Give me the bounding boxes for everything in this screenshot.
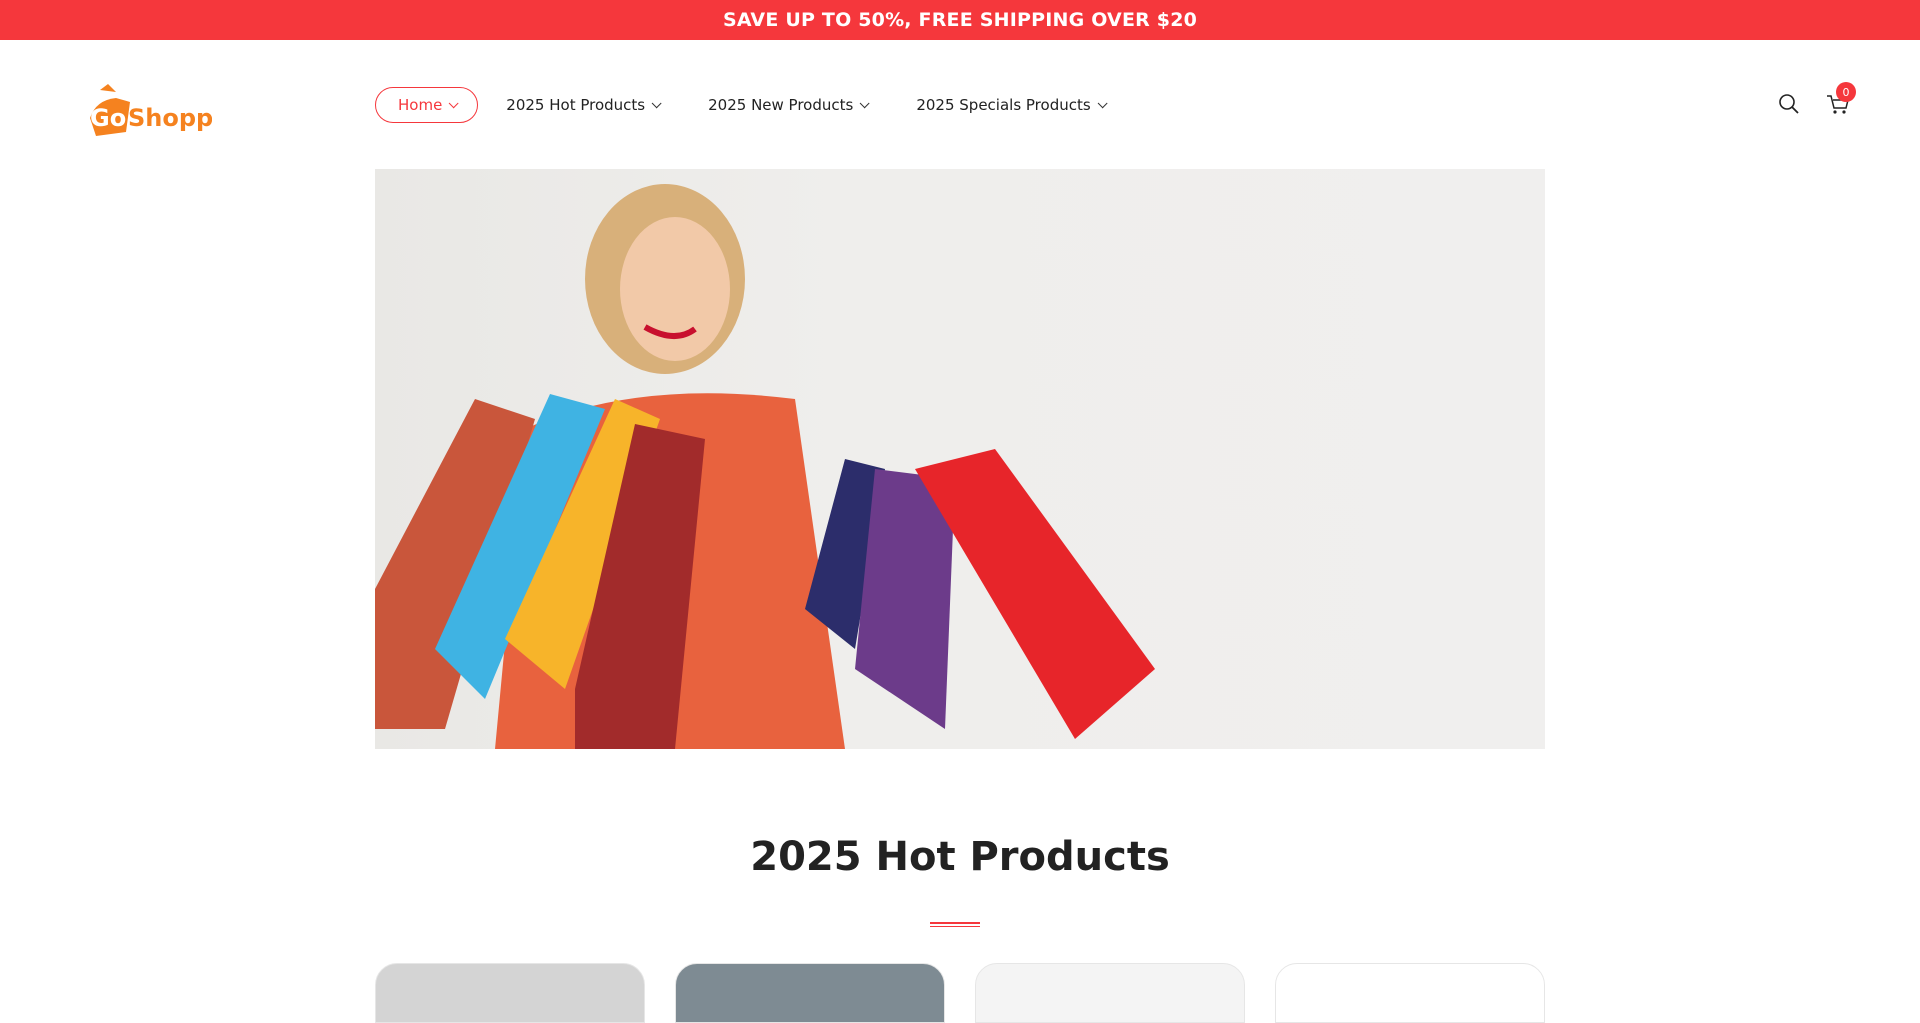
product-card[interactable] (1275, 963, 1545, 1023)
search-icon[interactable] (1777, 92, 1801, 116)
product-card[interactable] (375, 963, 645, 1023)
site-header: Go Shoppi Home 2025 Hot Products 2025 Ne… (0, 40, 1920, 168)
main-nav: Home 2025 Hot Products 2025 New Products… (375, 87, 1108, 123)
nav-item-hot-products[interactable]: 2025 Hot Products (506, 87, 662, 123)
title-underline-divider (930, 922, 980, 928)
chevron-down-icon (651, 97, 662, 108)
nav-item-label: 2025 Specials Products (916, 96, 1091, 114)
nav-item-home[interactable]: Home (375, 87, 479, 123)
chevron-down-icon (448, 97, 459, 108)
section-title-rest: Hot Products (861, 834, 1170, 880)
nav-item-new-products[interactable]: 2025 New Products (708, 87, 870, 123)
chevron-down-icon (859, 97, 870, 108)
nav-item-label: 2025 New Products (708, 96, 854, 114)
svg-text:Shoppi: Shoppi (128, 104, 212, 132)
nav-item-label: 2025 Hot Products (506, 96, 646, 114)
section-title: 2025 Hot Products (0, 834, 1920, 880)
site-logo[interactable]: Go Shoppi (86, 80, 221, 138)
nav-item-label: Home (398, 96, 443, 114)
promo-text: SAVE UP TO 50%, FREE SHIPPING OVER $20 (722, 9, 1198, 31)
section-title-bold: 2025 (750, 834, 862, 880)
nav-item-specials-products[interactable]: 2025 Specials Products (916, 87, 1108, 123)
product-card[interactable] (675, 963, 945, 1023)
chevron-down-icon (1097, 97, 1108, 108)
product-card[interactable] (975, 963, 1245, 1023)
promo-bar: SAVE UP TO 50%, FREE SHIPPING OVER $20 (0, 0, 1920, 40)
cart-count-badge: 0 (1836, 82, 1856, 102)
hero-banner-image[interactable] (375, 169, 1545, 749)
svg-text:Go: Go (90, 104, 126, 132)
